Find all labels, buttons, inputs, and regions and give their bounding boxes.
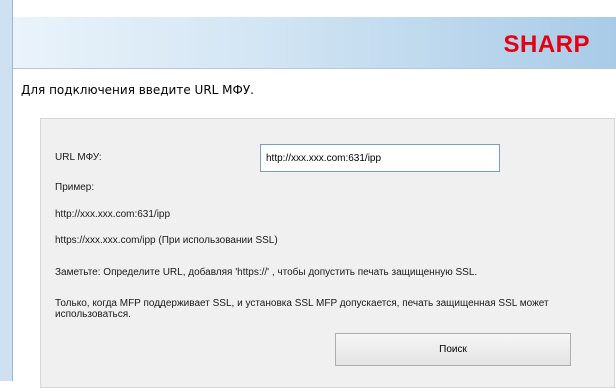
sharp-logo: SHARP bbox=[503, 31, 590, 58]
window-left-border bbox=[0, 0, 13, 381]
dialog-content: Для подключения введите URL МФУ. URL МФУ… bbox=[13, 69, 616, 388]
http-example-text: http://xxx.xxx.com:631/ipp bbox=[55, 209, 171, 220]
ssl-note-text: Заметьте: Определите URL, добавляя 'http… bbox=[55, 267, 478, 278]
url-input[interactable] bbox=[260, 144, 500, 172]
example-heading: Пример: bbox=[55, 182, 95, 193]
ssl-support-note-text: Только, когда MFP поддерживает SSL, и ус… bbox=[55, 298, 549, 320]
url-label: URL МФУ: bbox=[55, 152, 102, 163]
search-button[interactable]: Поиск bbox=[335, 333, 571, 366]
url-settings-panel: URL МФУ: Пример: http://xxx.xxx.com:631/… bbox=[40, 118, 615, 388]
instruction-text: Для подключения введите URL МФУ. bbox=[21, 83, 254, 97]
dialog-header: SHARP bbox=[13, 17, 616, 68]
https-example-text: https://xxx.xxx.com/ipp (При использован… bbox=[55, 235, 278, 246]
